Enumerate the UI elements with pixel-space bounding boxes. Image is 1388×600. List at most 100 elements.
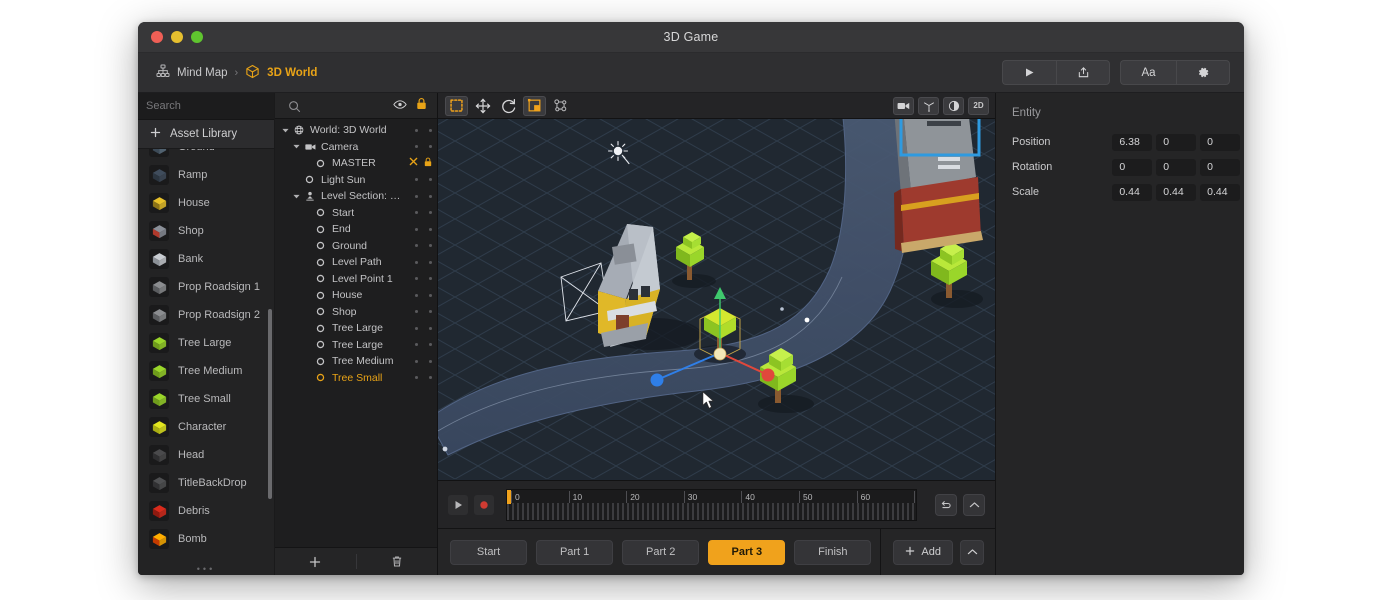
- section-part-button[interactable]: Finish: [794, 540, 871, 565]
- lock-dot[interactable]: [429, 178, 432, 181]
- hierarchy-node[interactable]: Start: [275, 205, 437, 222]
- timeline-record-button[interactable]: [474, 495, 494, 515]
- chevron-down-icon[interactable]: [292, 144, 301, 149]
- visibility-dot[interactable]: [415, 261, 418, 264]
- move-tool[interactable]: [471, 96, 494, 116]
- search-input[interactable]: [146, 100, 288, 112]
- node-visibility-dots[interactable]: [409, 228, 432, 231]
- visibility-dot[interactable]: [415, 277, 418, 280]
- timeline-loop-button[interactable]: [935, 494, 957, 516]
- section-part-button[interactable]: Start: [450, 540, 527, 565]
- asset-list-scrollbar[interactable]: [268, 309, 272, 499]
- hierarchy-node[interactable]: Tree Small: [275, 370, 437, 387]
- timeline-collapse-button[interactable]: [963, 494, 985, 516]
- play-button[interactable]: [1002, 60, 1056, 85]
- sections-collapse-button[interactable]: [960, 540, 984, 565]
- hierarchy-node[interactable]: End: [275, 221, 437, 238]
- visibility-dot[interactable]: [415, 195, 418, 198]
- asset-library-header[interactable]: Asset Library: [138, 120, 274, 149]
- timeline-play-button[interactable]: [448, 495, 468, 515]
- lock-dot[interactable]: [429, 327, 432, 330]
- section-part-button[interactable]: Part 3: [708, 540, 785, 565]
- camera-view-button[interactable]: [893, 97, 914, 115]
- breadcrumb-item-3d-world[interactable]: 3D World: [245, 64, 317, 82]
- property-value-field[interactable]: 6.38: [1112, 134, 1152, 151]
- hierarchy-node[interactable]: Camera: [275, 139, 437, 156]
- asset-item[interactable]: Bank: [138, 245, 274, 273]
- node-visibility-dots[interactable]: [409, 211, 432, 214]
- eye-icon[interactable]: [393, 97, 407, 115]
- asset-item[interactable]: Shop: [138, 217, 274, 245]
- visibility-dot[interactable]: [415, 178, 418, 181]
- lock-icon[interactable]: [416, 97, 427, 115]
- hierarchy-node[interactable]: Level Path: [275, 254, 437, 271]
- section-part-button[interactable]: Part 2: [622, 540, 699, 565]
- node-visibility-dots[interactable]: [409, 195, 432, 198]
- lock-dot[interactable]: [429, 145, 432, 148]
- text-button[interactable]: Aa: [1120, 60, 1176, 85]
- visibility-dot[interactable]: [415, 145, 418, 148]
- chevron-down-icon[interactable]: [292, 194, 301, 199]
- property-value-field[interactable]: 0: [1200, 159, 1240, 176]
- lock-dot[interactable]: [429, 228, 432, 231]
- visibility-dot[interactable]: [415, 129, 418, 132]
- add-entity-button[interactable]: [275, 548, 356, 575]
- hierarchy-node[interactable]: Tree Large: [275, 337, 437, 354]
- lock-dot[interactable]: [429, 195, 432, 198]
- hierarchy-node[interactable]: MASTER: [275, 155, 437, 172]
- scale-tool[interactable]: [523, 96, 546, 116]
- asset-item[interactable]: Prop Roadsign 1: [138, 273, 274, 301]
- asset-item[interactable]: Prop Roadsign 2: [138, 301, 274, 329]
- lock-dot[interactable]: [429, 261, 432, 264]
- visibility-dot[interactable]: [415, 244, 418, 247]
- nodes-tool[interactable]: [549, 96, 572, 116]
- add-section-button[interactable]: Add: [893, 540, 953, 565]
- chevron-down-icon[interactable]: [281, 128, 290, 133]
- hierarchy-node[interactable]: Shop: [275, 304, 437, 321]
- asset-item[interactable]: Head: [138, 441, 274, 469]
- section-part-button[interactable]: Part 1: [536, 540, 613, 565]
- node-visibility-dots[interactable]: [409, 376, 432, 379]
- node-visibility-dots[interactable]: [409, 343, 432, 346]
- delete-entity-button[interactable]: [357, 548, 438, 575]
- select-tool[interactable]: [445, 96, 468, 116]
- visibility-dot[interactable]: [415, 310, 418, 313]
- lock-dot[interactable]: [429, 277, 432, 280]
- node-visibility-dots[interactable]: [409, 277, 432, 280]
- lighting-button[interactable]: [943, 97, 964, 115]
- hierarchy-node[interactable]: Ground: [275, 238, 437, 255]
- asset-item[interactable]: Tree Large: [138, 329, 274, 357]
- 3d-viewport[interactable]: [438, 119, 995, 480]
- lock-dot[interactable]: [429, 294, 432, 297]
- node-visibility-dots[interactable]: [409, 360, 432, 363]
- hierarchy-node[interactable]: House: [275, 287, 437, 304]
- asset-item[interactable]: Tree Medium: [138, 357, 274, 385]
- lock-dot[interactable]: [429, 360, 432, 363]
- visibility-dot[interactable]: [415, 294, 418, 297]
- asset-item[interactable]: Ramp: [138, 161, 274, 189]
- visibility-dot[interactable]: [415, 376, 418, 379]
- x-icon[interactable]: [409, 157, 418, 169]
- node-visibility-dots[interactable]: [409, 129, 432, 132]
- rotate-tool[interactable]: [497, 96, 520, 116]
- asset-item[interactable]: Character: [138, 413, 274, 441]
- property-value-field[interactable]: 0: [1200, 134, 1240, 151]
- property-value-field[interactable]: 0.44: [1112, 184, 1152, 201]
- hierarchy-node[interactable]: Level Point 1: [275, 271, 437, 288]
- hierarchy-node[interactable]: World: 3D World: [275, 122, 437, 139]
- property-value-field[interactable]: 0: [1112, 159, 1152, 176]
- hierarchy-node[interactable]: Tree Medium: [275, 353, 437, 370]
- lock-dot[interactable]: [429, 211, 432, 214]
- axis-gizmo-button[interactable]: [918, 97, 939, 115]
- breadcrumb-item-mind-map[interactable]: Mind Map: [156, 64, 228, 81]
- visibility-dot[interactable]: [415, 360, 418, 363]
- node-visibility-dots[interactable]: [409, 294, 432, 297]
- asset-item[interactable]: Debris: [138, 497, 274, 525]
- property-value-field[interactable]: 0.44: [1200, 184, 1240, 201]
- hierarchy-node[interactable]: Light Sun: [275, 172, 437, 189]
- node-visibility-dots[interactable]: [409, 310, 432, 313]
- lock-dot[interactable]: [429, 376, 432, 379]
- lock-dot[interactable]: [429, 310, 432, 313]
- asset-item[interactable]: TitleBackDrop: [138, 469, 274, 497]
- lock-dot[interactable]: [429, 343, 432, 346]
